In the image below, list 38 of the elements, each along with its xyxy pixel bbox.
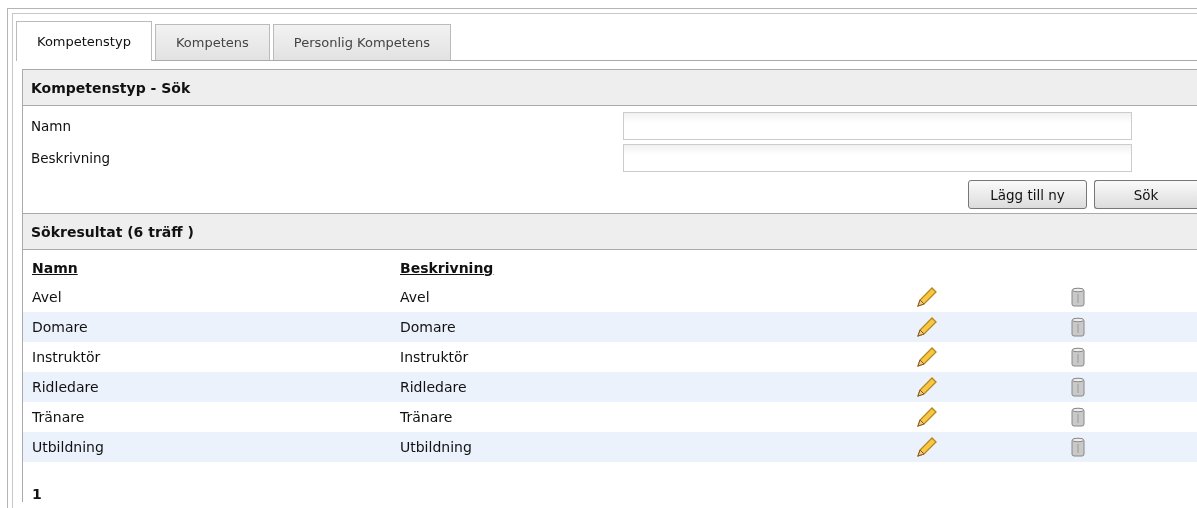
trash-icon[interactable] xyxy=(1071,407,1085,427)
table-cell-text: Avel xyxy=(32,289,63,305)
trash-icon[interactable] xyxy=(1071,317,1085,337)
table-cell-text: Utbildning xyxy=(400,439,473,455)
tab[interactable]: Kompetenstyp xyxy=(16,21,152,61)
page-link[interactable]: 1 xyxy=(32,486,42,502)
add-button[interactable]: Lägg till ny xyxy=(968,180,1087,209)
input-field[interactable] xyxy=(623,144,1132,172)
trash-icon[interactable] xyxy=(1071,347,1085,367)
table-cell-text: Instruktör xyxy=(400,349,470,365)
field-label: Beskrivning xyxy=(31,150,112,166)
table-cell-text: Domare xyxy=(32,319,89,335)
pencil-icon[interactable] xyxy=(915,435,939,459)
trash-icon[interactable] xyxy=(1071,287,1085,307)
input-field[interactable] xyxy=(623,112,1132,140)
table-cell-text: Domare xyxy=(400,319,457,335)
section-header: Kompetenstyp - Sök xyxy=(23,70,1197,106)
column-header: Beskrivning xyxy=(400,260,495,278)
table-cell-text: Tränare xyxy=(400,409,454,425)
table-cell-text: Ridledare xyxy=(32,379,100,395)
pencil-icon[interactable] xyxy=(915,315,939,339)
tab[interactable]: Kompetens xyxy=(154,24,270,60)
tab[interactable]: Personlig Kompetens xyxy=(272,24,451,60)
pencil-icon[interactable] xyxy=(915,405,939,429)
table-cell-text: Avel xyxy=(400,289,431,305)
section-header: Sökresultat (6 träff ) xyxy=(23,214,1197,250)
pencil-icon[interactable] xyxy=(915,345,939,369)
table-cell-text: Tränare xyxy=(32,409,86,425)
search-button[interactable]: Sök xyxy=(1094,180,1197,209)
table-cell-text: Ridledare xyxy=(400,379,468,395)
trash-icon[interactable] xyxy=(1071,437,1085,457)
table-cell-text: Instruktör xyxy=(32,349,102,365)
pencil-icon[interactable] xyxy=(915,375,939,399)
trash-icon[interactable] xyxy=(1071,377,1085,397)
pencil-icon[interactable] xyxy=(915,285,939,309)
table-cell-text: Utbildning xyxy=(32,439,105,455)
field-label: Namn xyxy=(31,118,73,134)
column-header: Namn xyxy=(32,260,79,278)
